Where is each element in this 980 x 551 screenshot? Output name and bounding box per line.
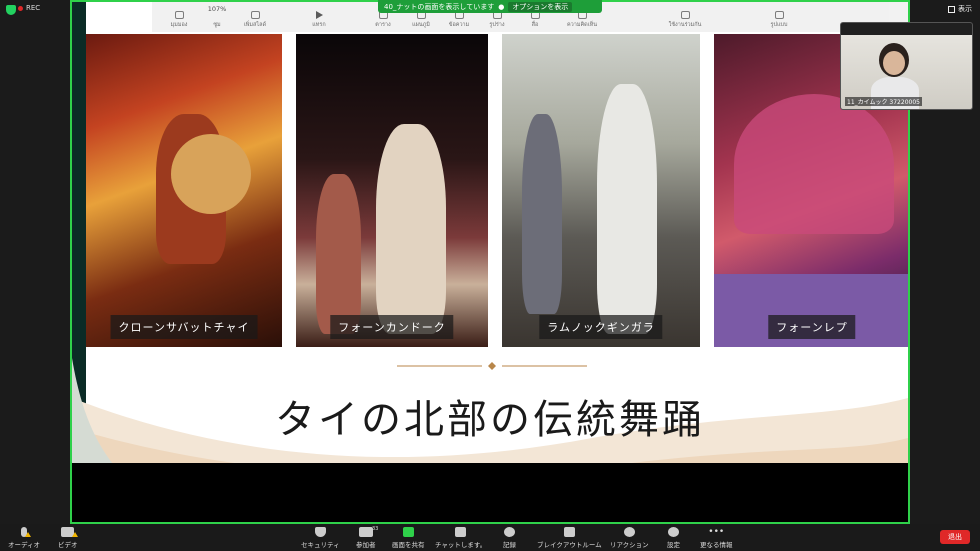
slide-title: タイの北部の伝統舞踊 — [275, 397, 705, 443]
photo-caption-1: クローンサバットチャイ — [110, 315, 258, 339]
reactions-button[interactable]: リアクション — [610, 527, 649, 549]
grid-icon — [948, 5, 955, 13]
mic-icon: ● — [498, 2, 505, 11]
share-screen-icon — [402, 527, 414, 537]
dance-photo-1: クローンサバットチャイ — [86, 34, 282, 347]
smiley-icon — [623, 527, 635, 537]
dancer-figure — [597, 84, 657, 334]
shared-screen: クローンサバットチャイ フォーンカンドーク ラムノックギンガラ フォーンレプ タ… — [70, 0, 910, 524]
security-button[interactable]: セキュリティ — [301, 527, 340, 549]
toolbar-view[interactable]: มุมมอง — [160, 11, 198, 29]
photo-caption-4: フォーンレプ — [768, 315, 856, 339]
toolbar-table[interactable]: ตาราง — [364, 11, 402, 29]
dancer-figure — [522, 114, 562, 314]
warning-icon — [25, 532, 31, 537]
toolbar-format[interactable]: รูปแบบ — [760, 11, 798, 29]
recording-indicator[interactable]: REC — [18, 4, 40, 12]
view-icon — [174, 11, 184, 19]
presentation-slide: クローンサバットチャイ フォーンカンドーク ラムノックギンガラ フォーンレプ タ… — [72, 2, 908, 498]
chat-icon — [455, 527, 467, 537]
toolbar-add-slide[interactable]: เพิ่มสไลด์ — [236, 11, 274, 29]
breakout-rooms-icon — [563, 527, 575, 537]
people-icon — [358, 527, 373, 537]
toolbar-play[interactable]: แทรก — [274, 11, 364, 29]
record-button[interactable]: 記録 — [503, 527, 516, 549]
toolbar-chart[interactable]: แผนภูมิ — [402, 11, 440, 29]
photo-caption-3: ラムノックギンガラ — [539, 315, 663, 339]
costume-wings-shape — [734, 94, 894, 234]
share-banner-text: 40_ナットの画面を表示しています — [384, 2, 495, 11]
format-icon — [774, 11, 784, 19]
video-button[interactable]: ビデオ — [58, 527, 78, 549]
dancer-figure — [376, 124, 446, 334]
zoom-value: 107% — [207, 5, 227, 13]
more-button[interactable]: ••• 更なる情報 — [700, 527, 733, 549]
play-icon — [315, 11, 323, 19]
drum-shape — [171, 134, 251, 214]
breakout-rooms-button[interactable]: ブレイクアウトルーム — [537, 527, 602, 549]
toolbar-shape[interactable]: รูปร่าง — [478, 11, 516, 29]
share-screen-button[interactable]: 画面を共有 — [392, 527, 425, 549]
shield-icon — [314, 527, 326, 537]
participant-face — [883, 51, 905, 75]
photo-caption-2: フォーンカンドーク — [330, 315, 454, 339]
participant-video[interactable]: 11_カイムック 37220005 — [840, 22, 973, 110]
collaborate-icon — [680, 11, 690, 19]
record-dot-icon — [18, 5, 23, 11]
title-ornament — [397, 362, 587, 370]
view-button[interactable]: 表示 — [948, 4, 972, 14]
audio-button[interactable]: オーディオ — [8, 527, 40, 549]
view-label: 表示 — [958, 5, 972, 13]
toolbar-comment[interactable]: ความคิดเห็น — [554, 11, 610, 29]
meeting-controls-bar: オーディオ ビデオ セキュリティ 参加者 33 画面を共有 チャットします。 記… — [0, 524, 980, 551]
share-options-button[interactable]: オプションを表示 — [508, 1, 573, 12]
recording-label: REC — [26, 4, 41, 12]
screen-share-banner[interactable]: 40_ナットの画面を表示しています ● オプションを表示 — [378, 0, 602, 13]
participant-name: 11_カイムック 37220005 — [845, 97, 922, 106]
chat-button[interactable]: チャットします。 — [435, 527, 486, 549]
toolbar-text[interactable]: ข้อความ — [440, 11, 478, 29]
toolbar-zoom[interactable]: 107% ซูม — [198, 5, 236, 29]
leave-meeting-button[interactable]: 退出 — [940, 530, 970, 544]
warning-icon — [72, 532, 78, 537]
more-dots-icon: ••• — [708, 527, 725, 537]
add-slide-icon — [250, 11, 260, 19]
gear-icon — [668, 527, 679, 537]
participants-count: 33 — [372, 526, 379, 532]
dance-photo-3: ラムノックギンガラ — [502, 34, 700, 347]
zoom-window: REC 表示 クローンサバットチャイ フォーンカンドーク ラムノックギンガラ フ… — [0, 0, 980, 551]
dancer-figure — [316, 174, 361, 334]
settings-button[interactable]: 設定 — [667, 527, 680, 549]
security-shield-icon[interactable] — [6, 5, 16, 15]
dance-photo-2: フォーンカンドーク — [296, 34, 488, 347]
record-icon — [504, 527, 515, 537]
toolbar-media[interactable]: สื่อ — [516, 11, 554, 29]
toolbar-collaborate[interactable]: ใช้งานร่วมกัน — [610, 11, 760, 29]
